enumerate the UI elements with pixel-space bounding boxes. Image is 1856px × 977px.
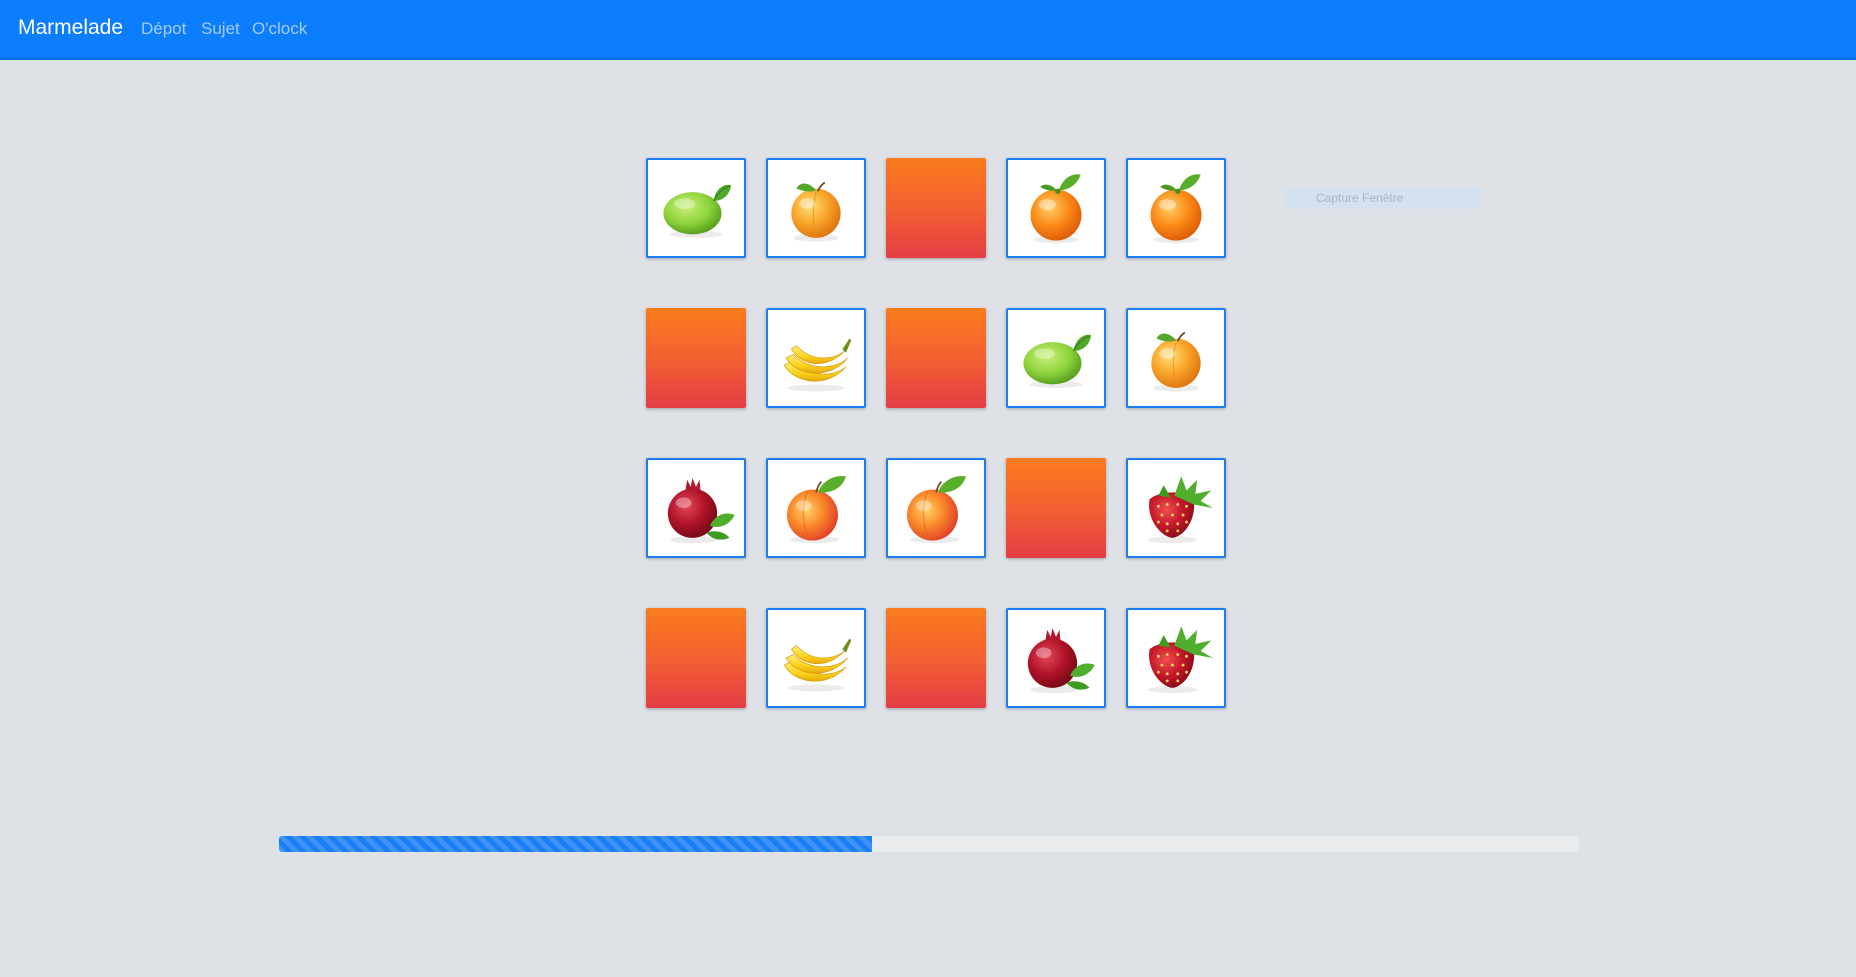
card-orange[interactable]: [1126, 158, 1226, 258]
pomegranate-icon: [1027, 628, 1095, 694]
card-pomegranate[interactable]: [1006, 608, 1106, 708]
card-apricot[interactable]: [1126, 308, 1226, 408]
card-face-down[interactable]: [886, 158, 986, 258]
nav-link-depot[interactable]: Dépot: [141, 19, 186, 39]
banana-icon: [783, 338, 852, 392]
card-banana[interactable]: [766, 608, 866, 708]
card-banana[interactable]: [766, 308, 866, 408]
timer-progress-bar: [279, 836, 1579, 852]
pomegranate-icon: [667, 478, 735, 544]
strawberry-icon: [1147, 626, 1213, 694]
card-apricot[interactable]: [766, 158, 866, 258]
orange-icon: [1150, 174, 1202, 244]
apricot-icon: [1151, 331, 1201, 392]
card-face-down[interactable]: [646, 308, 746, 408]
apricot-icon: [791, 181, 841, 242]
card-peach[interactable]: [886, 458, 986, 558]
card-face-down[interactable]: [646, 608, 746, 708]
card-peach[interactable]: [766, 458, 866, 558]
peach-icon: [786, 475, 846, 544]
navbar: Marmelade Dépot Sujet O'clock: [0, 0, 1856, 60]
card-lime[interactable]: [646, 158, 746, 258]
brand-link[interactable]: Marmelade: [18, 16, 123, 40]
orange-icon: [1030, 174, 1082, 244]
card-face-down[interactable]: [1006, 458, 1106, 558]
capture-window-button[interactable]: Capture Fenêtre: [1284, 188, 1482, 209]
card-face-down[interactable]: [886, 608, 986, 708]
card-face-down[interactable]: [886, 308, 986, 408]
nav-link-sujet[interactable]: Sujet: [201, 19, 240, 39]
card-orange[interactable]: [1006, 158, 1106, 258]
lime-icon: [663, 184, 732, 238]
lime-icon: [1023, 334, 1092, 388]
card-pomegranate[interactable]: [646, 458, 746, 558]
timer-progress-fill: [279, 836, 872, 852]
card-lime[interactable]: [1006, 308, 1106, 408]
card-strawberry[interactable]: [1126, 458, 1226, 558]
peach-icon: [906, 475, 966, 544]
card-strawberry[interactable]: [1126, 608, 1226, 708]
banana-icon: [783, 638, 852, 692]
strawberry-icon: [1147, 476, 1213, 544]
nav-link-oclock[interactable]: O'clock: [252, 19, 307, 39]
